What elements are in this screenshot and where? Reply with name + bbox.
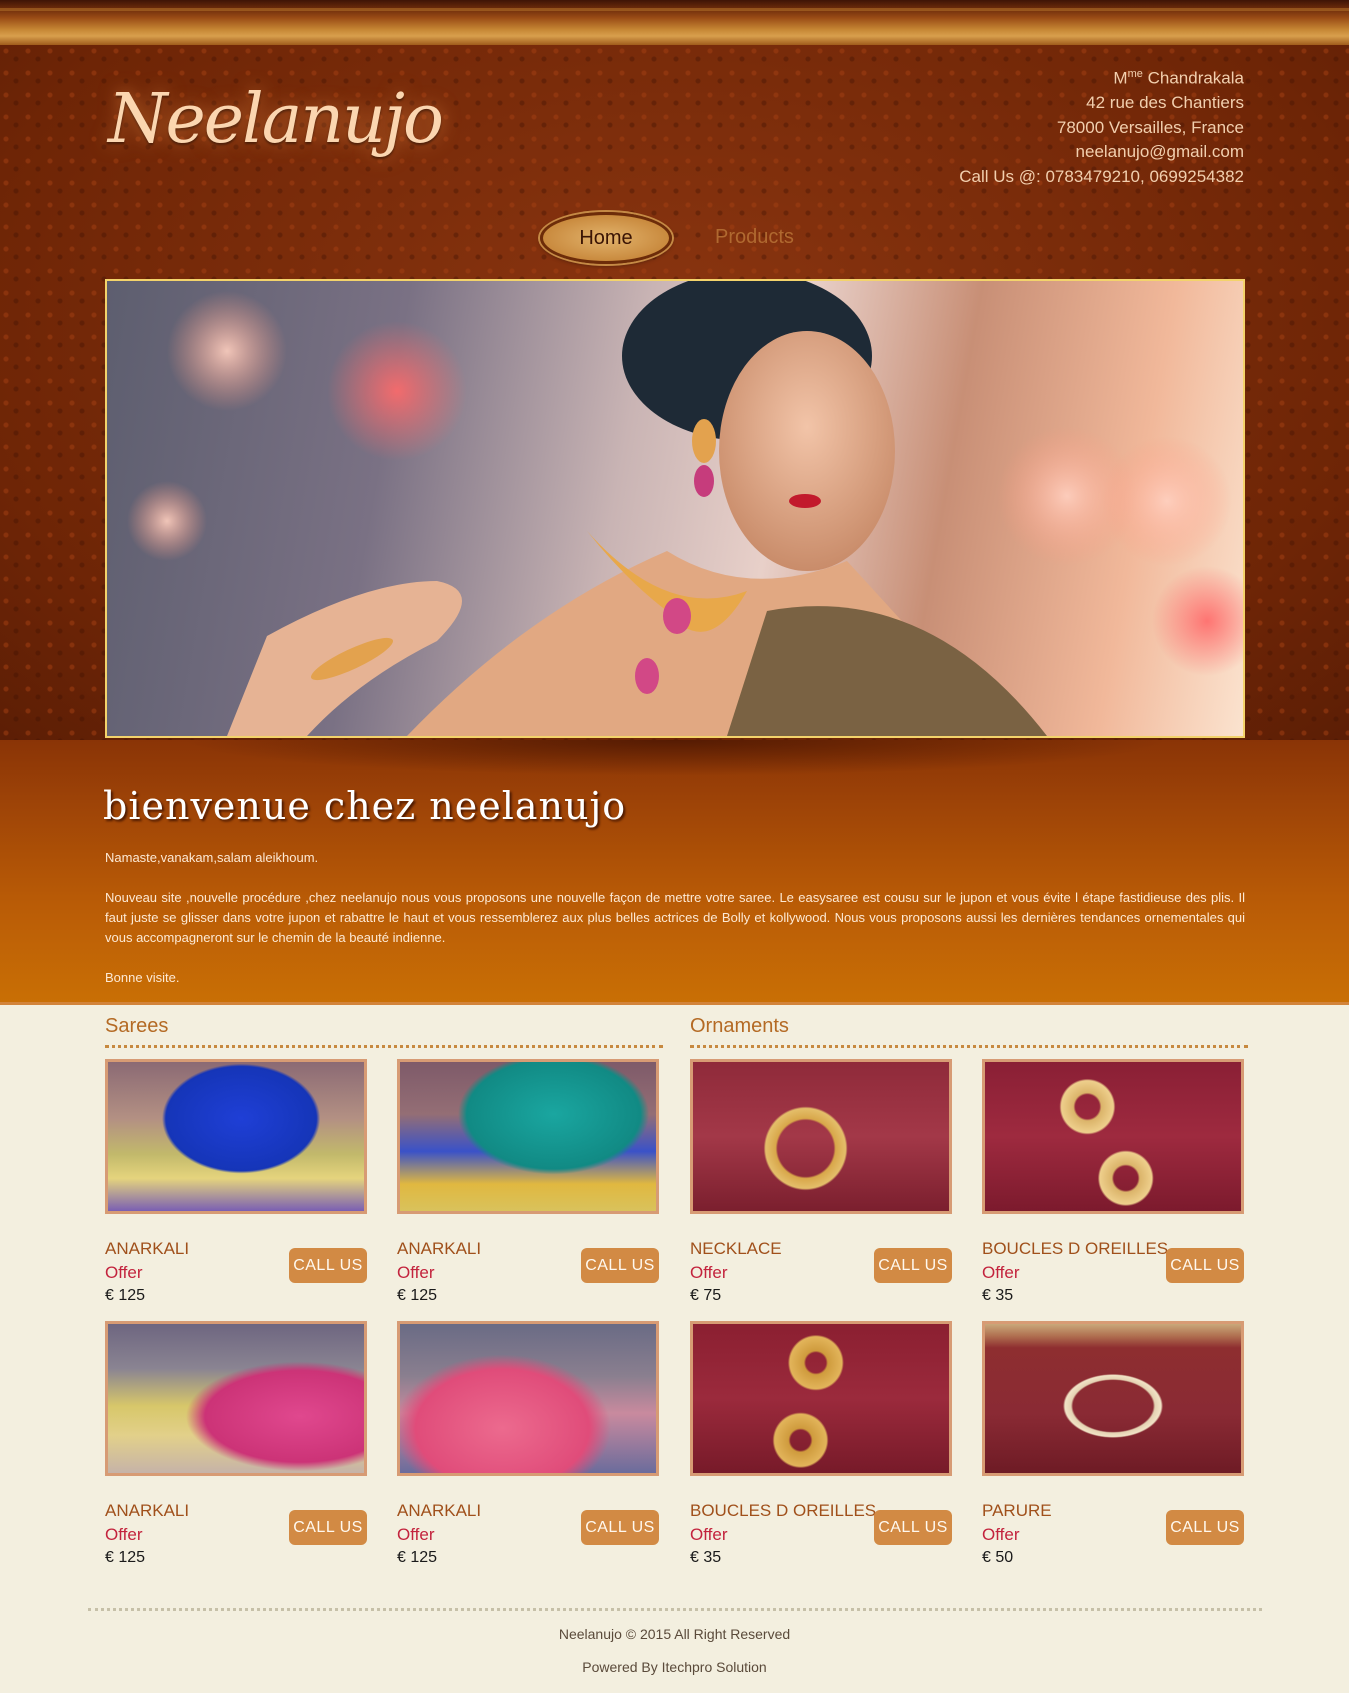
welcome-greeting: Namaste,vanakam,salam aleikhoum. [105,850,319,865]
section-title-sarees: Sarees [105,1013,663,1048]
product-card: ANARKALI Offer € 125 CALL US [397,1321,659,1591]
call-us-button[interactable]: CALL US [289,1510,367,1545]
site-logo[interactable]: Neelanujo [108,60,444,180]
product-name[interactable]: ANARKALI [105,1239,189,1259]
product-price: € 125 [397,1287,438,1304]
product-image[interactable] [397,1059,659,1214]
footer-copyright: Neelanujo © 2015 All Right Reserved [558,1626,791,1642]
product-offer: Offer [982,1263,1020,1282]
product-name[interactable]: ANARKALI [397,1501,481,1521]
product-image[interactable] [690,1321,952,1476]
product-card: ANARKALI Offer € 125 CALL US [105,1321,367,1591]
welcome-section: bienvenue chez neelanujo Namaste,vanakam… [0,740,1349,1005]
main-nav: Home Products [540,212,860,264]
product-name[interactable]: PARURE [982,1501,1052,1521]
contact-city: 78000 Versailles, France [1056,117,1244,137]
product-price: € 125 [397,1549,438,1566]
product-offer: Offer [397,1525,435,1544]
section-title-ornaments: Ornaments [690,1013,1248,1048]
contact-phone: Call Us @: 0783479210, 0699254382 [959,166,1244,186]
product-image[interactable] [982,1321,1244,1476]
call-us-button[interactable]: CALL US [581,1248,659,1283]
product-image[interactable] [105,1321,367,1476]
product-price: € 50 [982,1549,1014,1566]
product-card: ANARKALI Offer € 125 CALL US [397,1059,659,1329]
product-offer: Offer [690,1263,728,1282]
product-price: € 35 [982,1287,1014,1304]
product-image[interactable] [397,1321,659,1476]
product-name[interactable]: ANARKALI [105,1501,189,1521]
product-card: BOUCLES D OREILLES Offer € 35 CALL US [982,1059,1244,1329]
welcome-title: bienvenue chez neelanujo [103,784,627,828]
hero-banner-image [105,279,1245,738]
call-us-button[interactable]: CALL US [581,1510,659,1545]
product-card: ANARKALI Offer € 125 CALL US [105,1059,367,1329]
call-us-button[interactable]: CALL US [1166,1510,1244,1545]
product-name[interactable]: BOUCLES D OREILLES [690,1501,876,1521]
welcome-body: Nouveau site ,nouvelle procédure ,chez n… [105,890,1245,945]
top-decorative-band [0,0,1349,45]
product-price: € 125 [105,1549,146,1566]
call-us-button[interactable]: CALL US [874,1248,952,1283]
contact-block: Mme Chandrakala 42 rue des Chantiers 780… [884,62,1244,189]
product-offer: Offer [105,1263,143,1282]
product-image[interactable] [690,1059,952,1214]
product-offer: Offer [690,1525,728,1544]
product-offer: Offer [105,1525,143,1544]
call-us-button[interactable]: CALL US [874,1510,952,1545]
product-price: € 35 [690,1549,722,1566]
hero-illustration [127,281,1243,736]
contact-name: Mme Chandrakala [1113,68,1244,88]
product-offer: Offer [982,1525,1020,1544]
footer-divider [88,1608,1262,1611]
product-name[interactable]: BOUCLES D OREILLES [982,1239,1168,1259]
contact-email[interactable]: neelanujo@gmail.com [884,140,1244,165]
nav-item-home[interactable]: Home [540,212,672,264]
product-card: BOUCLES D OREILLES Offer € 35 CALL US [690,1321,952,1591]
product-offer: Offer [397,1263,435,1282]
product-card: NECKLACE Offer € 75 CALL US [690,1059,952,1329]
product-name[interactable]: NECKLACE [690,1239,782,1259]
product-name[interactable]: ANARKALI [397,1239,481,1259]
contact-street: 42 rue des Chantiers [1086,93,1244,113]
product-image[interactable] [982,1059,1244,1214]
footer-powered-by[interactable]: Powered By Itechpro Solution [0,1659,1349,1675]
product-price: € 75 [690,1287,722,1304]
product-price: € 125 [105,1287,146,1304]
welcome-closing: Bonne visite. [105,970,180,985]
product-image[interactable] [105,1059,367,1214]
banner-shadow [180,740,1170,776]
call-us-button[interactable]: CALL US [289,1248,367,1283]
call-us-button[interactable]: CALL US [1166,1248,1244,1283]
product-card: PARURE Offer € 50 CALL US [982,1321,1244,1591]
nav-item-products[interactable]: Products [715,212,815,264]
